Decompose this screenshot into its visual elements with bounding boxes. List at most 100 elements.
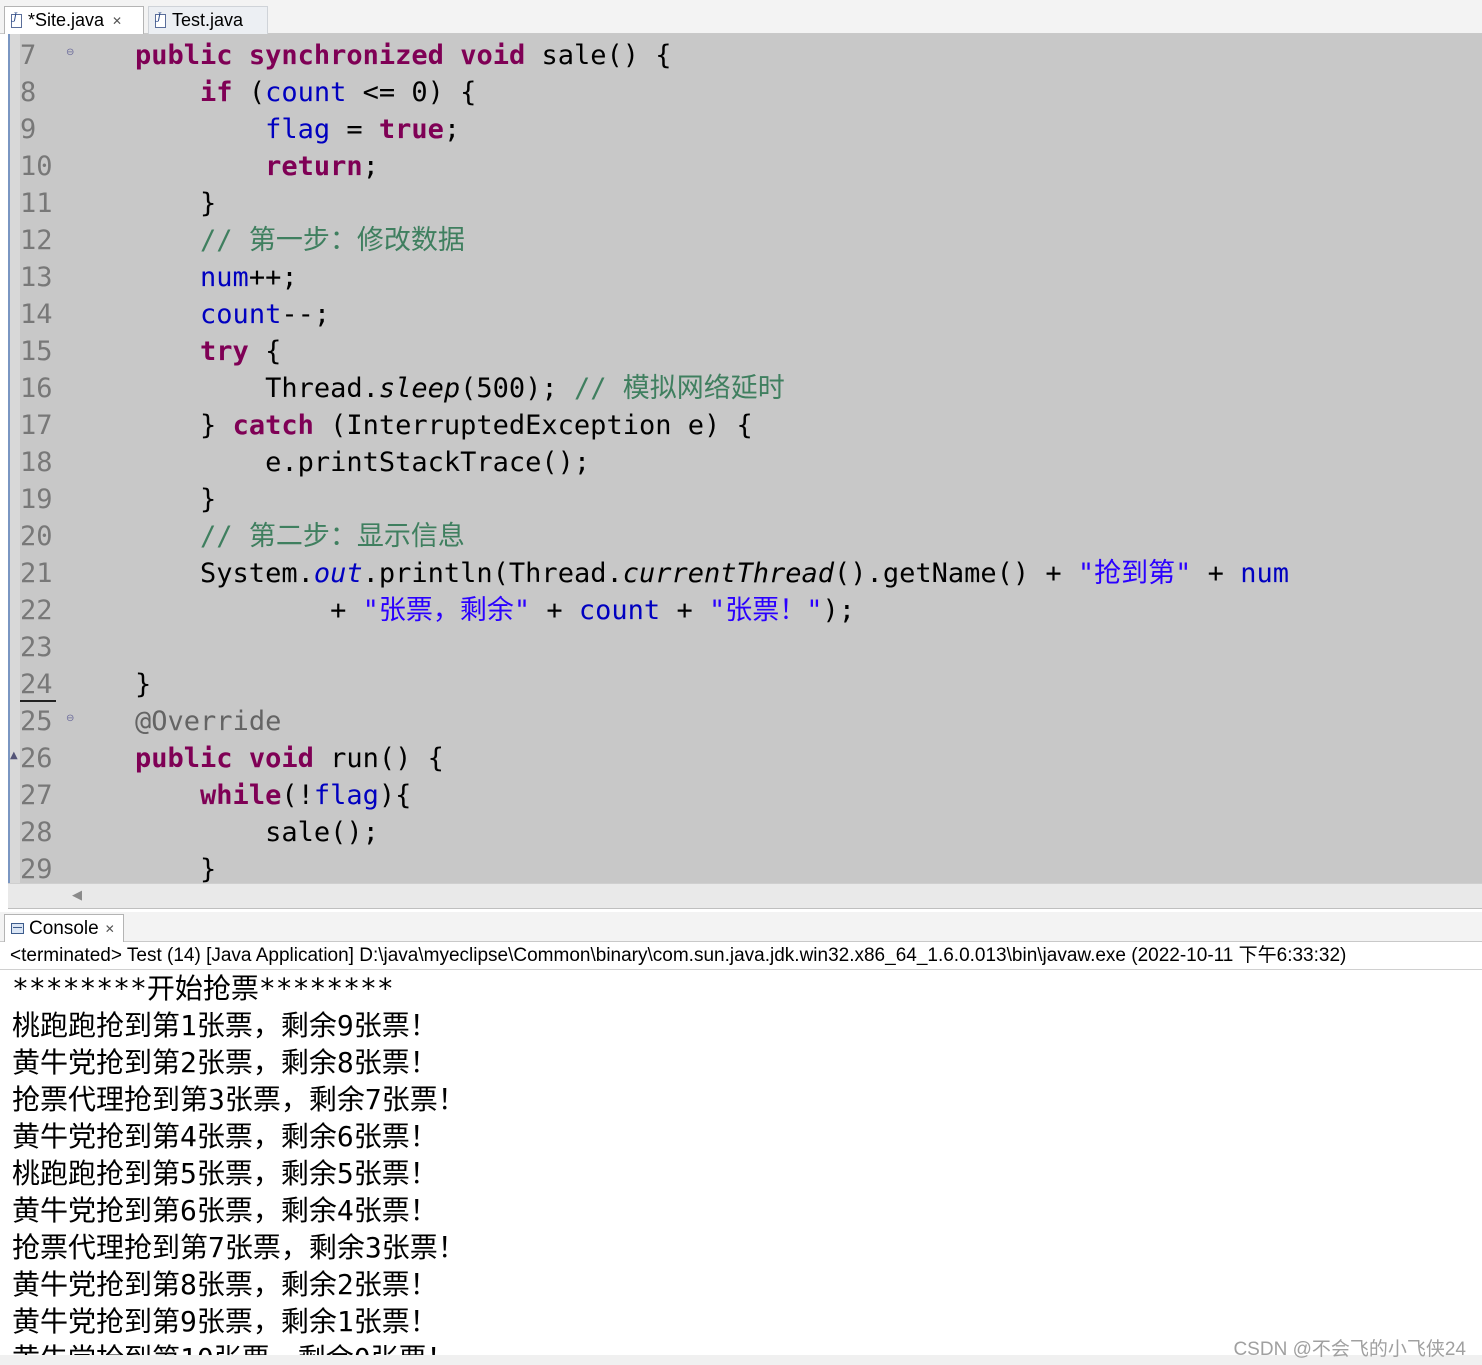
console-output-line: 黄牛党抢到第9张票，剩余1张票！ xyxy=(12,1305,438,1338)
code-line[interactable]: sale(); xyxy=(70,814,379,851)
horizontal-scrollbar[interactable]: ◀ xyxy=(8,883,1482,909)
editor-tab-bar: *Site.java ✕ Test.java xyxy=(0,0,1482,34)
line-number: 18 xyxy=(20,447,53,478)
code-token: flag xyxy=(313,780,379,811)
code-token: sleep xyxy=(378,373,461,404)
code-token: --; xyxy=(281,299,331,330)
console-output-line: 黄牛党抢到第8张票，剩余2张票！ xyxy=(12,1268,438,1301)
code-line[interactable]: count--; xyxy=(70,296,330,333)
code-token: return xyxy=(265,151,363,182)
code-token: run() { xyxy=(313,743,444,774)
code-token: void xyxy=(460,40,526,71)
code-token: // 模拟网络延时 xyxy=(573,373,785,404)
code-line[interactable]: Thread.sleep(500); // 模拟网络延时 xyxy=(70,370,785,407)
code-token: count xyxy=(200,299,282,330)
console-output[interactable]: ********开始抢票******** 桃跑跑抢到第1张票，剩余9张票！ 黄牛党抢… xyxy=(0,970,1482,1355)
code-token: void xyxy=(248,743,314,774)
tab-console[interactable]: Console ✕ xyxy=(4,914,124,942)
code-line[interactable]: @Override xyxy=(70,703,281,740)
tab-site-java[interactable]: *Site.java ✕ xyxy=(4,6,144,34)
line-number: 15 xyxy=(20,336,53,367)
close-icon[interactable]: ✕ xyxy=(105,922,115,936)
console-output-line: 黄牛党抢到第4张票，剩余6张票！ xyxy=(12,1120,438,1153)
line-number: 10 xyxy=(20,151,53,182)
line-number: 27 xyxy=(20,780,53,811)
tab-test-java[interactable]: Test.java xyxy=(148,6,268,34)
watermark: CSDN @不会飞的小飞侠24 xyxy=(1233,1339,1466,1360)
code-line[interactable]: } xyxy=(70,185,216,222)
code-line[interactable]: while(!flag){ xyxy=(70,777,411,814)
console-output-line: 抢票代理抢到第7张票，剩余3张票！ xyxy=(12,1231,466,1264)
line-number: 11 xyxy=(20,188,53,219)
override-marker-icon[interactable]: ▲ xyxy=(10,750,18,761)
code-line[interactable]: // 第二步：显示信息 xyxy=(70,518,465,555)
code-line[interactable]: public synchronized void sale() { xyxy=(70,37,672,74)
code-token: (InterruptedException e) { xyxy=(313,410,753,441)
console-output-line: 桃跑跑抢到第1张票，剩余9张票！ xyxy=(12,1009,438,1042)
code-line[interactable]: return; xyxy=(70,148,379,185)
close-icon[interactable]: ✕ xyxy=(112,14,122,28)
code-line[interactable]: if (count <= 0) { xyxy=(70,74,476,111)
code-token: + xyxy=(70,595,363,626)
line-number: 7 xyxy=(20,40,37,71)
code-line[interactable]: System.out.println(Thread.currentThread(… xyxy=(70,555,1289,592)
code-token: if xyxy=(200,77,233,108)
code-line[interactable]: // 第一步：修改数据 xyxy=(70,222,465,259)
code-line[interactable]: } xyxy=(70,851,216,883)
code-line[interactable]: } xyxy=(70,666,151,703)
code-line[interactable]: public void run() { xyxy=(70,740,444,777)
scroll-left-arrow-icon[interactable]: ◀ xyxy=(72,888,82,903)
code-token: ++; xyxy=(248,262,298,293)
code-token: "张票，剩余" xyxy=(362,595,531,626)
code-token: ){ xyxy=(378,780,412,811)
code-line[interactable]: } catch (InterruptedException e) { xyxy=(70,407,753,444)
code-token: true xyxy=(378,114,444,145)
code-token: ; xyxy=(362,151,379,182)
code-line[interactable]: num++; xyxy=(70,259,298,296)
line-number: 20 xyxy=(20,521,53,552)
code-token: } xyxy=(70,188,217,219)
code-token: } xyxy=(70,854,217,883)
line-number: 12 xyxy=(20,225,53,256)
code-token: try xyxy=(200,336,249,367)
console-output-line: 黄牛党抢到第10张票，剩余0张票！ xyxy=(12,1340,455,1355)
console-output-line: 黄牛党抢到第2张票，剩余8张票！ xyxy=(12,1046,438,1079)
line-number: 23 xyxy=(20,632,53,663)
code-token: flag xyxy=(265,114,331,145)
code-token: ); xyxy=(822,595,855,626)
code-token: while xyxy=(200,780,282,811)
code-token: catch xyxy=(232,410,314,441)
line-number: 28 xyxy=(20,817,53,848)
code-line[interactable]: + "张票，剩余" + count + "张票！"); xyxy=(70,592,855,629)
code-token: ( xyxy=(232,77,266,108)
code-line[interactable]: try { xyxy=(70,333,281,370)
java-file-icon xyxy=(11,12,22,28)
line-number: 8 xyxy=(20,77,37,108)
line-number: 22 xyxy=(20,595,53,626)
code-editor[interactable]: 7 8 9 10 11 12 13 14 15 16 17 18 19 20 21 22 23 24 25 26 27 2… xyxy=(8,34,1482,883)
tab-label: *Site.java xyxy=(28,10,105,30)
tab-label: Test.java xyxy=(172,10,244,30)
code-line[interactable]: e.printStackTrace(); xyxy=(70,444,590,481)
code-token: @Override xyxy=(135,706,282,737)
code-line[interactable]: flag = true; xyxy=(70,111,460,148)
line-number: 25 xyxy=(20,706,53,737)
code-line[interactable]: } xyxy=(70,481,216,518)
console-tab-bar: Console ✕ xyxy=(0,912,1482,942)
console-icon xyxy=(11,923,24,934)
code-token: <= 0) { xyxy=(346,77,477,108)
line-number: 26 xyxy=(20,743,53,774)
code-token: count xyxy=(578,595,661,626)
code-token: currentThread xyxy=(622,558,835,589)
code-token: } xyxy=(70,410,233,441)
